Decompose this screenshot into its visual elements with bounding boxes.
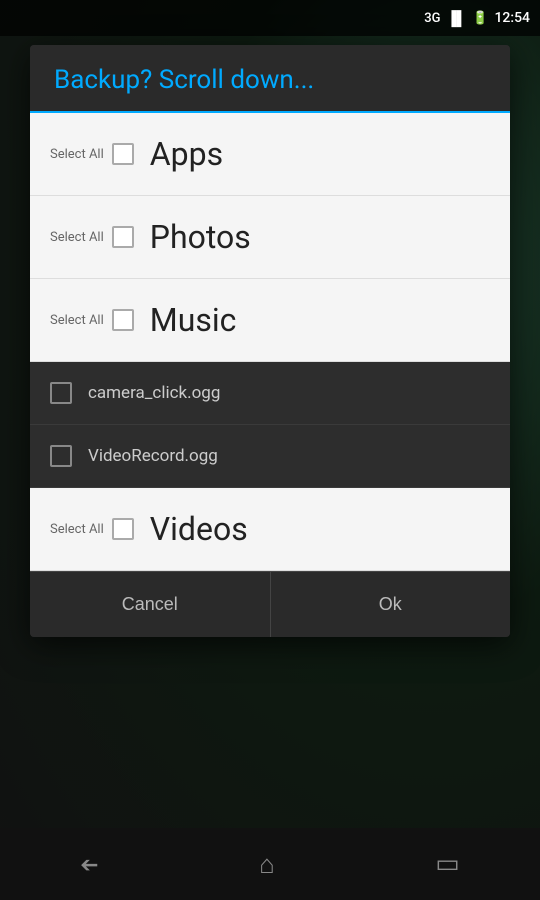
dialog-buttons: Cancel Ok [30,571,510,637]
signal-indicator: 3G [424,11,440,26]
camera-click-checkbox[interactable] [50,382,72,404]
videos-select-all-label: Select All [50,522,104,537]
home-icon: ⌂ [259,850,275,880]
videos-select-all-checkbox[interactable] [112,518,134,540]
videos-section-row: Select All Videos [30,488,510,571]
dialog-header: Backup? Scroll down... [30,45,510,113]
home-button[interactable]: ⌂ [259,849,275,880]
videorecord-checkbox[interactable] [50,445,72,467]
backup-dialog: Backup? Scroll down... Select All Apps S… [30,45,510,637]
photos-section-title: Photos [150,218,251,256]
recents-icon: ▭ [435,849,460,879]
back-icon: ➔ [80,853,98,878]
videorecord-filename: VideoRecord.ogg [88,446,218,466]
music-select-all-checkbox[interactable] [112,309,134,331]
apps-section-title: Apps [150,135,223,173]
signal-bars-icon: ▐▌ [446,10,466,27]
recents-button[interactable]: ▭ [435,849,460,879]
file-row: camera_click.ogg [30,362,510,425]
back-button[interactable]: ➔ [80,849,98,879]
cancel-button[interactable]: Cancel [30,572,271,637]
apps-select-all-checkbox[interactable] [112,143,134,165]
videos-section-title: Videos [150,510,248,548]
music-select-all-label: Select All [50,313,104,328]
music-section-row: Select All Music [30,279,510,362]
dialog-title: Backup? Scroll down... [54,65,486,95]
ok-button[interactable]: Ok [271,572,511,637]
music-section-title: Music [150,301,237,339]
photos-section-row: Select All Photos [30,196,510,279]
file-row: VideoRecord.ogg [30,425,510,488]
camera-click-filename: camera_click.ogg [88,383,220,403]
battery-icon: 🔋 [472,11,488,26]
apps-select-all-label: Select All [50,147,104,162]
apps-section-row: Select All Apps [30,113,510,196]
navigation-bar: ➔ ⌂ ▭ [0,828,540,900]
modal-overlay: Backup? Scroll down... Select All Apps S… [0,0,540,900]
clock: 12:54 [494,10,530,26]
photos-select-all-label: Select All [50,230,104,245]
status-bar: 3G ▐▌ 🔋 12:54 [0,0,540,36]
photos-select-all-checkbox[interactable] [112,226,134,248]
